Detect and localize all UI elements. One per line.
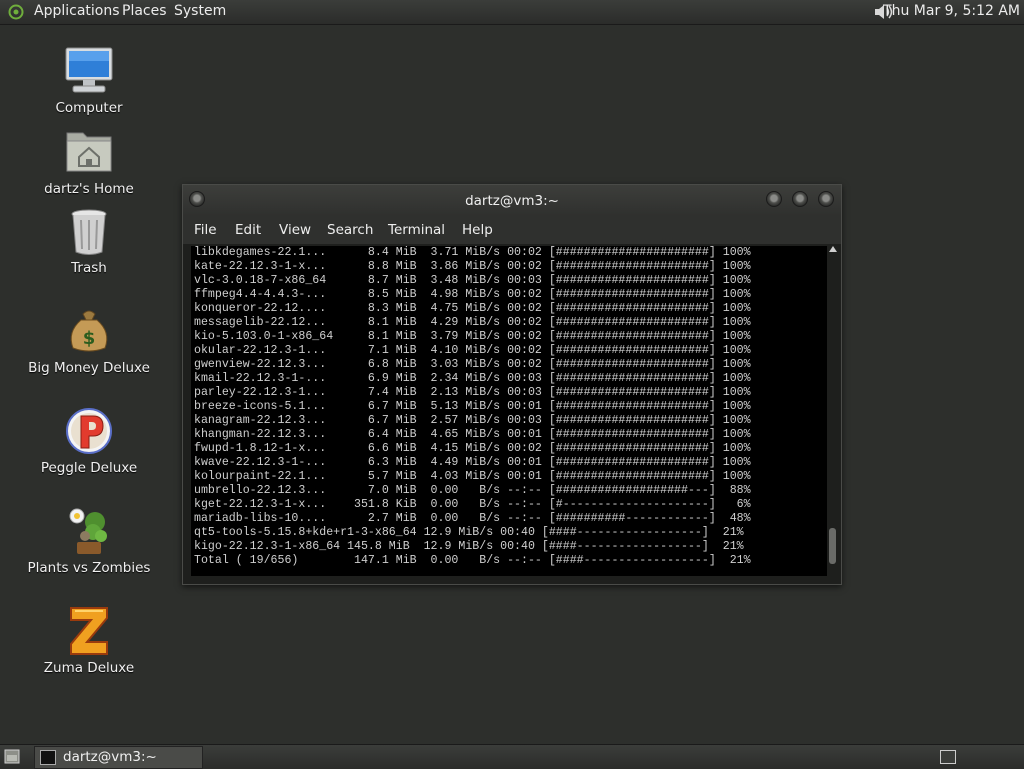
- bottom-panel: dartz@vm3:~: [0, 744, 1024, 769]
- zuma-icon: [63, 606, 115, 656]
- terminal-line: vlc-3.0.18-7-x86_64 8.7 MiB 3.48 MiB/s 0…: [194, 274, 751, 287]
- desktop-icon-label: Trash: [71, 260, 107, 276]
- desktop-icon-label: Zuma Deluxe: [43, 660, 135, 676]
- scroll-up-arrow-icon[interactable]: [829, 246, 837, 252]
- top-panel: Applications Places System Thu Mar 9, 5:…: [0, 0, 1024, 25]
- menu-file[interactable]: File: [194, 222, 217, 238]
- terminal-line: fwupd-1.8.12-1-x... 6.6 MiB 4.15 MiB/s 0…: [194, 442, 751, 455]
- applications-menu[interactable]: Applications: [34, 3, 120, 19]
- window-title: dartz@vm3:~: [465, 193, 559, 209]
- terminal-output[interactable]: libkdegames-22.1... 8.4 MiB 3.71 MiB/s 0…: [191, 246, 827, 576]
- scrollbar-thumb[interactable]: [829, 528, 836, 564]
- desktop-icon-plants-vs-zombies[interactable]: Plants vs Zombies: [14, 506, 164, 576]
- desktop-icon-trash[interactable]: Trash: [14, 206, 164, 276]
- clock[interactable]: Thu Mar 9, 5:12 AM: [883, 3, 1020, 19]
- desktop-icon-label: Big Money Deluxe: [28, 360, 150, 376]
- terminal-icon: [40, 750, 56, 765]
- terminal-line: kwave-22.12.3-1-... 6.3 MiB 4.49 MiB/s 0…: [194, 456, 751, 469]
- desktop-icon-zuma[interactable]: Zuma Deluxe: [14, 606, 164, 676]
- plants-vs-zombies-icon: [63, 506, 115, 556]
- terminal-line: kigo-22.12.3-1-x86_64 145.8 MiB 12.9 MiB…: [194, 540, 744, 553]
- terminal-line: konqueror-22.12.... 8.3 MiB 4.75 MiB/s 0…: [194, 302, 751, 315]
- terminal-line: kolourpaint-22.1... 5.7 MiB 4.03 MiB/s 0…: [194, 470, 751, 483]
- terminal-line: okular-22.12.3-1... 7.1 MiB 4.10 MiB/s 0…: [194, 344, 751, 357]
- applications-logo-icon[interactable]: [8, 4, 24, 20]
- menu-view[interactable]: View: [279, 222, 311, 238]
- peggle-icon: [63, 406, 115, 456]
- menu-edit[interactable]: Edit: [235, 222, 261, 238]
- menu-search[interactable]: Search: [327, 222, 373, 238]
- desktop-icon-label: Computer: [55, 100, 123, 116]
- desktop-icon-home[interactable]: dartz's Home: [14, 127, 164, 197]
- maximize-icon[interactable]: [792, 191, 808, 207]
- terminal-line: ffmpeg4.4-4.4.3-... 8.5 MiB 4.98 MiB/s 0…: [194, 288, 751, 301]
- desktop-icon-peggle[interactable]: Peggle Deluxe: [14, 406, 164, 476]
- minimize-icon[interactable]: [766, 191, 782, 207]
- workspace-switcher[interactable]: [940, 750, 956, 764]
- desktop-icon-label: Plants vs Zombies: [27, 560, 151, 576]
- terminal-line: libkdegames-22.1... 8.4 MiB 3.71 MiB/s 0…: [194, 246, 751, 259]
- terminal-line: umbrello-22.12.3... 7.0 MiB 0.00 B/s --:…: [194, 484, 751, 497]
- system-menu[interactable]: System: [174, 3, 226, 19]
- terminal-line: khangman-22.12.3... 6.4 MiB 4.65 MiB/s 0…: [194, 428, 751, 441]
- show-desktop-icon[interactable]: [4, 749, 20, 764]
- terminal-line: kate-22.12.3-1-x... 8.8 MiB 3.86 MiB/s 0…: [194, 260, 751, 273]
- close-icon[interactable]: [818, 191, 834, 207]
- terminal-window[interactable]: dartz@vm3:~ File Edit View Search Termin…: [182, 184, 842, 585]
- window-titlebar[interactable]: dartz@vm3:~: [183, 185, 841, 216]
- menu-help[interactable]: Help: [462, 222, 493, 238]
- terminal-line: kio-5.103.0-1-x86_64 8.1 MiB 3.79 MiB/s …: [194, 330, 751, 343]
- menu-terminal[interactable]: Terminal: [388, 222, 445, 238]
- terminal-line: gwenview-22.12.3... 6.8 MiB 3.03 MiB/s 0…: [194, 358, 751, 371]
- trash-icon: [63, 206, 115, 256]
- terminal-line: breeze-icons-5.1... 6.7 MiB 5.13 MiB/s 0…: [194, 400, 751, 413]
- terminal-menubar: File Edit View Search Terminal Help: [183, 216, 841, 244]
- svg-text:$: $: [83, 328, 96, 349]
- terminal-line: kanagram-22.12.3... 6.7 MiB 2.57 MiB/s 0…: [194, 414, 751, 427]
- terminal-line: Total ( 19/656) 147.1 MiB 0.00 B/s --:--…: [194, 554, 751, 567]
- terminal-line: kmail-22.12.3-1-... 6.9 MiB 2.34 MiB/s 0…: [194, 372, 751, 385]
- computer-icon: [63, 46, 115, 96]
- taskbar-button-terminal[interactable]: dartz@vm3:~: [34, 746, 203, 769]
- desktop-icon-label: Peggle Deluxe: [40, 460, 138, 476]
- terminal-scrollbar[interactable]: [827, 246, 839, 576]
- terminal-line: messagelib-22.12... 8.1 MiB 4.29 MiB/s 0…: [194, 316, 751, 329]
- terminal-line: qt5-tools-5.15.8+kde+r1-3-x86_64 12.9 Mi…: [194, 526, 744, 539]
- terminal-line: mariadb-libs-10.... 2.7 MiB 0.00 B/s --:…: [194, 512, 751, 525]
- desktop-icon-label: dartz's Home: [44, 181, 134, 197]
- home-folder-icon: [63, 127, 115, 177]
- taskbar-button-label: dartz@vm3:~: [63, 749, 157, 765]
- desktop-icon-big-money[interactable]: $ Big Money Deluxe: [14, 306, 164, 376]
- places-menu[interactable]: Places: [122, 3, 167, 19]
- money-bag-icon: $: [63, 306, 115, 356]
- terminal-line: parley-22.12.3-1... 7.4 MiB 2.13 MiB/s 0…: [194, 386, 751, 399]
- desktop-icon-computer[interactable]: Computer: [14, 46, 164, 116]
- terminal-line: kget-22.12.3-1-x... 351.8 KiB 0.00 B/s -…: [194, 498, 751, 511]
